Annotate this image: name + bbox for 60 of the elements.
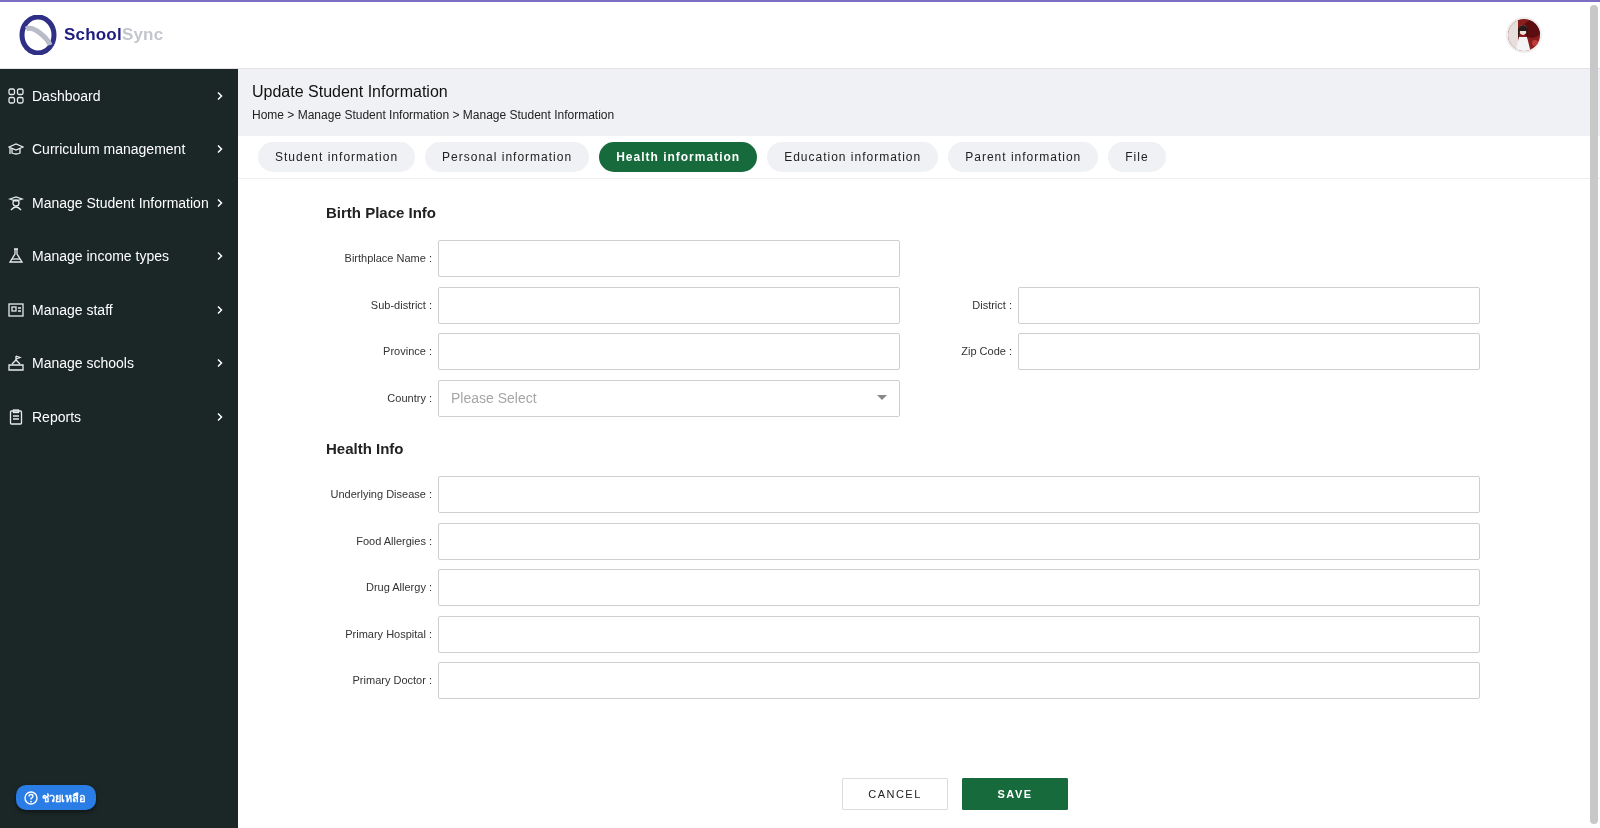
help-button[interactable]: ช่วยเหลือ — [16, 785, 96, 810]
logo-icon — [18, 15, 58, 55]
input-field[interactable] — [438, 286, 900, 324]
chevron-right-icon — [216, 358, 224, 369]
input-field[interactable] — [1018, 333, 1480, 370]
sidebar-item[interactable]: Reports — [0, 390, 238, 444]
tab[interactable]: Parent information — [948, 142, 1099, 172]
input-field[interactable] — [438, 662, 1480, 699]
field-label: Sub-district : — [369, 297, 432, 313]
field-label: District : — [971, 297, 1012, 313]
brand-name: SchoolSync — [64, 25, 164, 45]
input-field[interactable] — [438, 476, 1480, 513]
chevron-right-icon — [216, 411, 224, 422]
scrollbar[interactable] — [1590, 5, 1598, 824]
student-icon — [8, 194, 24, 211]
help-icon — [24, 790, 38, 805]
chevron-right-icon — [216, 90, 224, 101]
id-card-icon — [8, 301, 24, 318]
input-field[interactable] — [438, 615, 1480, 653]
sidebar-item[interactable]: Dashboard — [0, 69, 238, 123]
tab[interactable]: Education information — [767, 142, 939, 172]
grid-icon — [8, 87, 24, 104]
input-field[interactable] — [438, 569, 1480, 606]
sidebar-item[interactable]: Manage schools — [0, 336, 238, 390]
section-title: Health Info — [326, 440, 405, 457]
flask-icon — [8, 248, 24, 265]
field-label: Underlying Disease : — [329, 487, 432, 502]
tab[interactable]: Student information — [258, 142, 416, 172]
chevron-right-icon — [216, 304, 224, 315]
field-label: Food Allergies : — [355, 533, 432, 549]
clipboard-icon — [8, 408, 24, 425]
sidebar-item[interactable]: Manage staff — [0, 283, 238, 337]
input-field[interactable] — [1018, 286, 1480, 324]
cancel-button[interactable]: CANCEL — [842, 778, 948, 810]
field-label: Country : — [386, 390, 432, 406]
sidebar-item[interactable]: Manage Student Information — [0, 176, 238, 230]
chevron-right-icon — [216, 251, 224, 262]
caret-down-icon — [877, 395, 887, 401]
sidebar-item[interactable]: Manage income types — [0, 229, 238, 283]
tab[interactable]: Personal information — [425, 142, 590, 172]
section-title: Birth Place Info — [326, 204, 438, 221]
page-title: Update Student Information — [252, 83, 449, 101]
save-button[interactable]: SAVE — [962, 778, 1068, 810]
chevron-right-icon — [216, 197, 224, 208]
tab[interactable]: File — [1108, 142, 1166, 172]
input-field[interactable] — [438, 522, 1480, 560]
tab[interactable]: Health information — [599, 142, 758, 172]
field-label: Zip Code : — [960, 344, 1012, 359]
input-field[interactable] — [438, 240, 900, 277]
field-label: Province : — [382, 344, 432, 359]
chevron-right-icon — [216, 144, 224, 155]
breadcrumb: Home > Manage Student Information > Manage Student Information — [252, 108, 616, 122]
field-label: Primary Doctor : — [351, 673, 432, 688]
graduation-cap-icon — [8, 141, 24, 158]
sidebar-item[interactable]: Curriculum management — [0, 122, 238, 176]
field-label: Birthplace Name : — [343, 251, 432, 266]
input-field[interactable] — [438, 333, 900, 370]
field-label: Primary Hospital : — [344, 626, 432, 642]
field-label: Drug Allergy : — [364, 580, 432, 595]
school-icon — [8, 355, 24, 372]
